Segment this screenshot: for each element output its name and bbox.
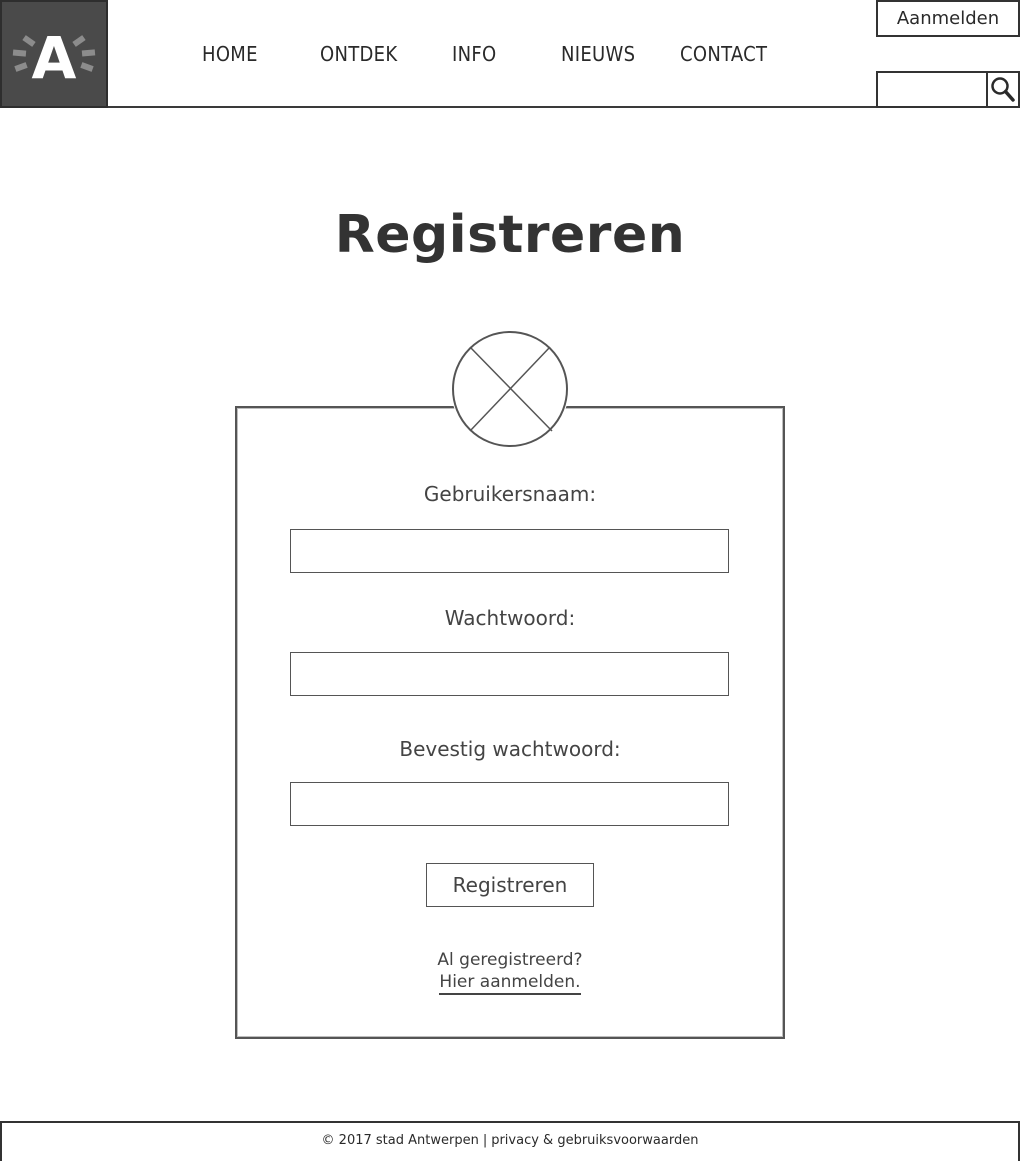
site-header: A HOME ONTDEK INFO NIEUWS CONTACT Aanmel… <box>0 0 1020 108</box>
confirm-password-label: Bevestig wachtwoord: <box>399 737 621 761</box>
login-link[interactable]: Hier aanmelden. <box>439 972 581 995</box>
search-button[interactable] <box>986 71 1020 108</box>
nav-nieuws[interactable]: NIEUWS <box>561 42 635 66</box>
footer-separator: | <box>482 1133 488 1148</box>
antwerpen-logo[interactable]: A <box>0 0 108 108</box>
logo-letter: A <box>32 24 77 92</box>
login-button[interactable]: Aanmelden <box>876 0 1020 37</box>
confirm-password-field[interactable] <box>290 782 729 826</box>
logo-icon: A <box>12 24 96 92</box>
username-label: Gebruikersnaam: <box>423 482 597 506</box>
nav-contact[interactable]: CONTACT <box>680 42 767 66</box>
nav-ontdek[interactable]: ONTDEK <box>320 42 397 66</box>
image-placeholder-icon <box>452 331 568 447</box>
already-registered-text: Al geregistreerd? <box>437 950 583 970</box>
site-footer: © 2017 stad Antwerpen | privacy & gebruiks… <box>0 1121 1020 1161</box>
page-title: Registreren <box>334 205 686 265</box>
password-field[interactable] <box>290 652 729 696</box>
nav-info[interactable]: INFO <box>452 42 496 66</box>
register-button[interactable]: Registreren <box>426 863 594 907</box>
copyright-text: © 2017 stad Antwerpen <box>321 1133 479 1148</box>
avatar <box>451 330 569 448</box>
search-input[interactable] <box>876 71 988 108</box>
nav-home[interactable]: HOME <box>202 42 258 66</box>
username-field[interactable] <box>290 529 729 573</box>
login-link-wrapper: Hier aanmelden. <box>235 972 785 995</box>
password-label: Wachtwoord: <box>444 606 576 630</box>
search-icon <box>991 76 1015 102</box>
privacy-link[interactable]: privacy & gebruiksvoorwaarden <box>491 1133 698 1148</box>
